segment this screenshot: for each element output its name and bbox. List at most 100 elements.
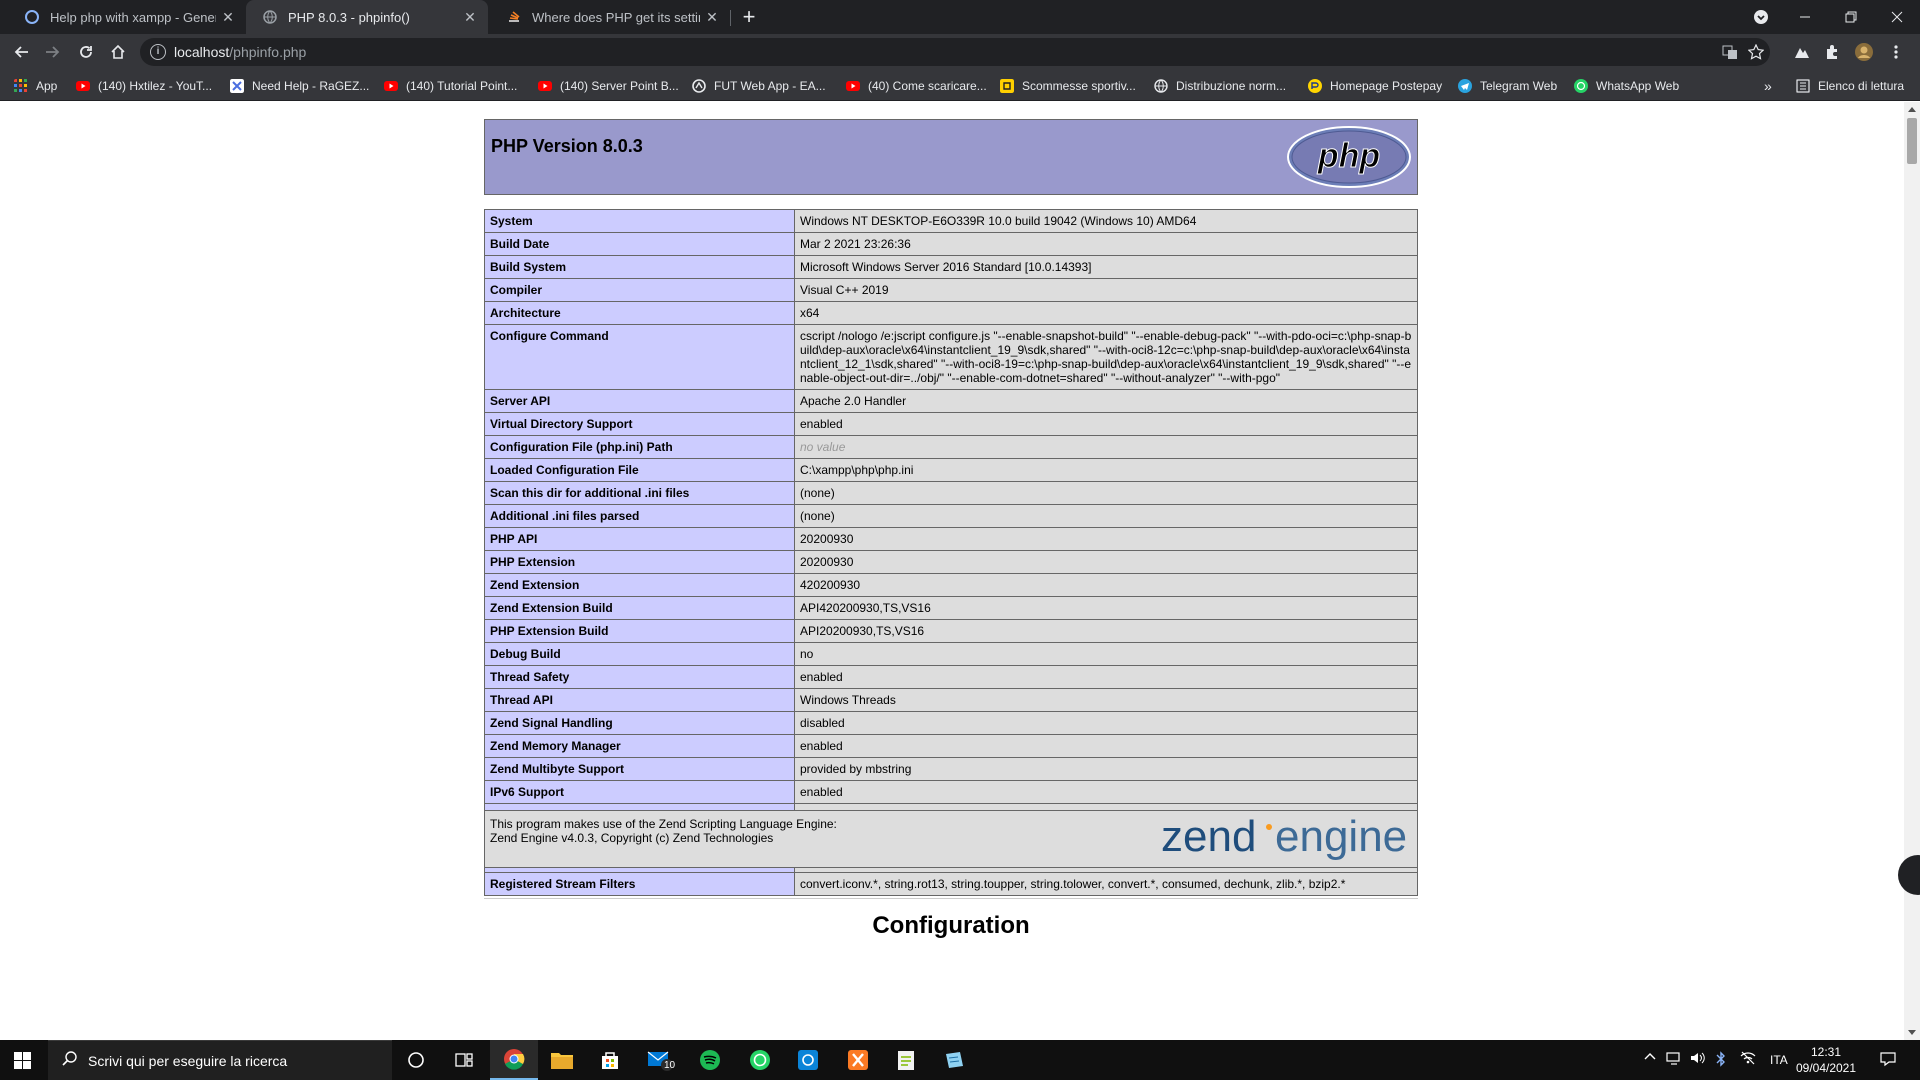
notepad-icon[interactable] bbox=[930, 1040, 978, 1080]
bookmark-youtube-come-scaricare[interactable]: (40) Come scaricare... bbox=[846, 77, 987, 95]
volume-icon[interactable] bbox=[1690, 1051, 1706, 1068]
bookmark-star-icon[interactable] bbox=[1744, 40, 1768, 64]
info-row: System Windows NT DESKTOP-E6O339R 10.0 bu… bbox=[484, 209, 1418, 233]
info-row: Thread API Windows Threads bbox=[484, 688, 1418, 712]
restore-icon[interactable] bbox=[1828, 0, 1874, 34]
reload-icon[interactable] bbox=[74, 40, 98, 64]
info-key: System bbox=[484, 209, 795, 233]
address-url: localhost/phpinfo.php bbox=[174, 44, 306, 60]
bookmark-youtube-server[interactable]: (140) Server Point B... bbox=[538, 77, 679, 95]
info-value: enabled bbox=[794, 412, 1418, 436]
file-explorer-icon[interactable] bbox=[538, 1040, 586, 1080]
info-key: Debug Build bbox=[484, 642, 795, 666]
scrollbar-thumb[interactable] bbox=[1907, 118, 1917, 164]
search-icon bbox=[62, 1051, 77, 1066]
bookmarks-bar: App (140) Hxtilez - YouT... Need Help - … bbox=[0, 70, 1920, 101]
bookmark-youtube-hxtilez[interactable]: (140) Hxtilez - YouT... bbox=[76, 77, 212, 95]
bookmark-fut-web-app[interactable]: FUT Web App - EA... bbox=[692, 77, 826, 95]
wifi-off-icon[interactable] bbox=[1740, 1051, 1756, 1068]
cortana-icon[interactable] bbox=[392, 1040, 440, 1080]
bookmark-need-help[interactable]: Need Help - RaGEZ... bbox=[230, 77, 369, 95]
info-key: PHP API bbox=[484, 527, 795, 551]
profile-avatar-icon[interactable] bbox=[1852, 40, 1876, 64]
apps-grid-icon bbox=[14, 79, 27, 92]
info-value: 20200930 bbox=[794, 527, 1418, 551]
back-arrow-icon[interactable] bbox=[10, 40, 34, 64]
minimize-icon[interactable] bbox=[1782, 0, 1828, 34]
spotify-icon[interactable] bbox=[686, 1040, 734, 1080]
info-key: Virtual Directory Support bbox=[484, 412, 795, 436]
translate-icon[interactable] bbox=[1718, 40, 1742, 64]
zend-engine-logo: zend engine bbox=[1161, 813, 1407, 861]
site-info-icon[interactable]: i bbox=[150, 44, 166, 60]
bookmark-label: Distribuzione norm... bbox=[1176, 79, 1287, 93]
bluetooth-icon[interactable] bbox=[1716, 1051, 1726, 1070]
bookmark-postepay[interactable]: Homepage Postepay bbox=[1308, 77, 1442, 95]
info-row: PHP Extension Build API20200930,TS,VS16 bbox=[484, 619, 1418, 643]
home-icon[interactable] bbox=[106, 40, 130, 64]
taskbar-clock[interactable]: 12:31 09/04/2021 bbox=[1786, 1044, 1866, 1076]
info-value: API420200930,TS,VS16 bbox=[794, 596, 1418, 620]
tray-overflow-icon[interactable] bbox=[1644, 1051, 1656, 1066]
info-value: provided by mbstring bbox=[794, 757, 1418, 781]
new-tab-button[interactable]: + bbox=[736, 4, 762, 30]
tab-phpinfo[interactable]: PHP 8.0.3 - phpinfo() ✕ bbox=[246, 0, 488, 34]
ea-icon bbox=[692, 79, 706, 93]
xampp-icon[interactable] bbox=[834, 1040, 882, 1080]
network-icon[interactable] bbox=[1666, 1051, 1682, 1068]
info-row: Zend Signal Handling disabled bbox=[484, 711, 1418, 735]
php-logo: php bbox=[1287, 126, 1411, 188]
notification-center-icon[interactable] bbox=[1880, 1051, 1896, 1070]
page-scrollbar[interactable] bbox=[1904, 102, 1920, 1040]
extensions-puzzle-icon[interactable] bbox=[1820, 40, 1844, 64]
url-path: /phpinfo.php bbox=[229, 44, 307, 60]
info-key: Registered Stream Filters bbox=[484, 872, 795, 896]
close-window-icon[interactable] bbox=[1874, 0, 1920, 34]
bookmark-distribuzione[interactable]: Distribuzione norm... bbox=[1154, 77, 1286, 95]
bookmark-label: (140) Server Point B... bbox=[560, 79, 679, 93]
bookmark-apps[interactable]: App bbox=[14, 77, 57, 95]
php-version-header: PHP Version 8.0.3 php bbox=[484, 119, 1418, 195]
bookmark-label: WhatsApp Web bbox=[1596, 79, 1680, 93]
bookmark-label: Homepage Postepay bbox=[1330, 79, 1443, 93]
bookmark-youtube-tutorial[interactable]: (140) Tutorial Point... bbox=[384, 77, 517, 95]
reading-list-button[interactable]: Elenco di lettura bbox=[1796, 77, 1904, 95]
notepad-plus-icon[interactable] bbox=[882, 1040, 930, 1080]
tab-title: Where does PHP get its settings bbox=[532, 9, 700, 25]
more-bookmarks-button[interactable]: » bbox=[1764, 77, 1772, 95]
zend-note-line2: Zend Engine v4.0.3, Copyright (c) Zend T… bbox=[490, 831, 774, 845]
bookmark-whatsapp[interactable]: WhatsApp Web bbox=[1574, 77, 1679, 95]
bookmark-telegram[interactable]: Telegram Web bbox=[1458, 77, 1557, 95]
extension-mountain-icon[interactable] bbox=[1790, 40, 1814, 64]
info-row: Registered Stream Filters convert.iconv.*… bbox=[484, 872, 1418, 896]
scroll-down-icon[interactable] bbox=[1908, 1030, 1916, 1035]
forum-favicon-icon bbox=[25, 10, 39, 24]
reading-list-label: Elenco di lettura bbox=[1818, 79, 1905, 93]
bookmark-scommesse[interactable]: Scommesse sportiv... bbox=[1000, 77, 1136, 95]
tab-close-icon[interactable]: ✕ bbox=[216, 9, 240, 26]
tab-where-php-settings[interactable]: Where does PHP get its settings ✕ bbox=[490, 0, 730, 34]
info-key: Additional .ini files parsed bbox=[484, 504, 795, 528]
info-row: Zend Multibyte Support provided by mbstri… bbox=[484, 757, 1418, 781]
tab-help-php-xampp[interactable]: Help php with xampp - General F ✕ bbox=[8, 0, 246, 34]
app-blue-square-icon[interactable] bbox=[784, 1040, 832, 1080]
tab-close-icon[interactable]: ✕ bbox=[458, 9, 482, 26]
profile-menu-icon[interactable] bbox=[1738, 0, 1784, 34]
configuration-heading: Configuration bbox=[872, 912, 1030, 939]
info-row: Loaded Configuration File C:\xampp\php\ph… bbox=[484, 458, 1418, 482]
chrome-taskbar-icon[interactable] bbox=[490, 1040, 538, 1080]
info-row: Zend Extension 420200930 bbox=[484, 573, 1418, 597]
address-bar[interactable]: i localhost/phpinfo.php bbox=[140, 38, 1770, 66]
browser-menu-icon[interactable] bbox=[1884, 40, 1908, 64]
windows-start-icon[interactable] bbox=[14, 1052, 31, 1069]
task-view-icon[interactable] bbox=[440, 1040, 488, 1080]
whatsapp-taskbar-icon[interactable] bbox=[736, 1040, 784, 1080]
scroll-up-icon[interactable] bbox=[1908, 107, 1916, 112]
microsoft-store-icon[interactable] bbox=[586, 1040, 634, 1080]
bookmark-label: FUT Web App - EA... bbox=[714, 79, 826, 93]
tab-title: Help php with xampp - General F bbox=[50, 9, 216, 25]
taskbar-search[interactable]: Scrivi qui per eseguire la ricerca bbox=[48, 1040, 392, 1080]
tab-close-icon[interactable]: ✕ bbox=[700, 9, 724, 26]
mail-icon[interactable]: 10 bbox=[636, 1040, 684, 1080]
forward-arrow-icon[interactable] bbox=[40, 40, 64, 64]
